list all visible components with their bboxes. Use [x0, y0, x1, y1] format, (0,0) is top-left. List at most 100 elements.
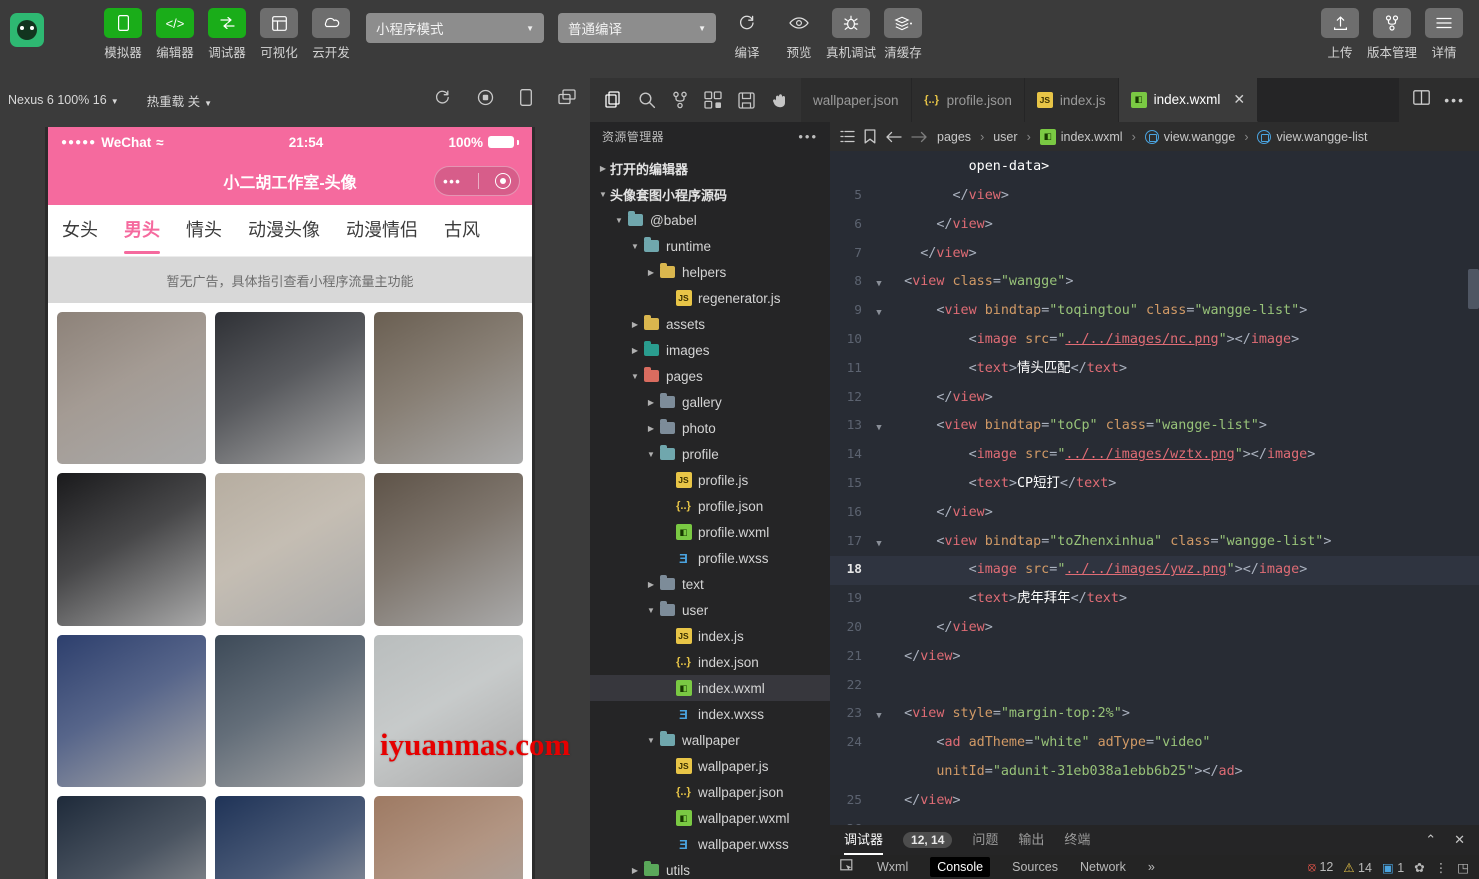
- devtools-tab-sources[interactable]: Sources: [1012, 860, 1058, 874]
- settings-gear-icon[interactable]: ✿: [1414, 860, 1424, 875]
- category-tab-nvtou[interactable]: 女头: [62, 216, 98, 246]
- code-area[interactable]: open-data> 5 </view> 6 </view> 7 </view> 8 ▼ …: [830, 151, 1479, 825]
- devtools-tab-overflow[interactable]: »: [1148, 860, 1155, 874]
- chevron-right-icon[interactable]: ▶: [628, 346, 642, 355]
- tree-folder[interactable]: ▼ pages: [590, 363, 830, 389]
- avatar-thumbnail[interactable]: [215, 634, 365, 787]
- chevron-down-icon[interactable]: ▼: [644, 736, 658, 745]
- breadcrumb-item-index-wxml[interactable]: ◧ index.wxml: [1039, 128, 1123, 145]
- hot-reload-select[interactable]: 热重载 关 ▼: [147, 91, 212, 110]
- toolbar-button-editor[interactable]: </> 编辑器: [154, 8, 196, 61]
- chevron-down-icon[interactable]: ▼: [628, 242, 642, 251]
- tree-file[interactable]: {..} wallpaper.json: [590, 779, 830, 805]
- files-icon[interactable]: [604, 91, 622, 109]
- chevron-right-icon[interactable]: ▶: [596, 164, 610, 173]
- code-line[interactable]: 23 ▼ <view style="margin-top:2%">: [830, 700, 1479, 729]
- device-select[interactable]: Nexus 6 100% 16 ▼: [8, 93, 119, 107]
- inspect-element-icon[interactable]: [840, 859, 855, 875]
- device-rotate-icon[interactable]: [520, 89, 532, 111]
- tab-wallpaper-json[interactable]: wallpaper.json: [801, 78, 912, 122]
- chevron-up-icon[interactable]: ⌃: [1425, 832, 1436, 848]
- ellipsis-icon[interactable]: •••: [798, 129, 818, 144]
- code-line[interactable]: 7 </view>: [830, 240, 1479, 269]
- tree-file[interactable]: JS wallpaper.js: [590, 753, 830, 779]
- avatar-thumbnail[interactable]: [57, 634, 207, 787]
- tree-folder[interactable]: ▶ text: [590, 571, 830, 597]
- code-line[interactable]: 8 ▼ <view class="wangge">: [830, 268, 1479, 297]
- close-icon[interactable]: ✕: [1233, 91, 1245, 108]
- refresh-icon[interactable]: [434, 89, 451, 111]
- avatar-thumbnail[interactable]: [373, 634, 523, 787]
- tree-file[interactable]: Ǝprofile.wxss: [590, 545, 830, 571]
- code-line[interactable]: 6 </view>: [830, 211, 1479, 240]
- code-line[interactable]: 20 </view>: [830, 614, 1479, 643]
- outline-icon[interactable]: [840, 130, 855, 143]
- code-line[interactable]: 19 <text>虎年拜年</text>: [830, 585, 1479, 614]
- fold-chevron-icon[interactable]: ▼: [870, 297, 888, 328]
- category-tab-nantou[interactable]: 男头: [124, 216, 160, 254]
- kebab-menu-icon[interactable]: ⋮: [1435, 860, 1448, 875]
- tab-index-wxml[interactable]: ◧ index.wxml ✕: [1118, 78, 1259, 122]
- tree-section[interactable]: ▶ 打开的编辑器: [590, 155, 830, 181]
- tab-index-js[interactable]: JS index.js: [1024, 78, 1119, 122]
- toolbar-button-details[interactable]: 详情: [1423, 8, 1465, 61]
- tree-folder[interactable]: ▼ user: [590, 597, 830, 623]
- tree-folder[interactable]: ▶ gallery: [590, 389, 830, 415]
- code-line[interactable]: unitId="adunit-31eb038a1ebb6b25"></ad>: [830, 758, 1479, 787]
- chevron-down-icon[interactable]: ▼: [644, 606, 658, 615]
- tree-folder[interactable]: ▶ images: [590, 337, 830, 363]
- nav-forward-icon[interactable]: [911, 131, 928, 143]
- panel-tab-output[interactable]: 输出: [1018, 829, 1044, 852]
- debug-hand-icon[interactable]: [771, 92, 789, 108]
- avatar-thumbnail[interactable]: [215, 795, 365, 879]
- toolbar-button-visualization[interactable]: 可视化: [258, 8, 300, 61]
- tree-file[interactable]: JS profile.js: [590, 467, 830, 493]
- code-line[interactable]: 13 ▼ <view bindtap="toCp" class="wangge-l…: [830, 412, 1479, 441]
- category-tab-dongman-touxiang[interactable]: 动漫头像: [248, 216, 320, 246]
- chevron-right-icon[interactable]: ▶: [644, 580, 658, 589]
- code-line[interactable]: 10 <image src="../../images/nc.png"></im…: [830, 326, 1479, 355]
- tree-file[interactable]: ◧ index.wxml: [590, 675, 830, 701]
- tree-folder[interactable]: ▶ photo: [590, 415, 830, 441]
- more-icon[interactable]: •••: [443, 174, 461, 189]
- tree-section[interactable]: ▼ 头像套图小程序源码: [590, 181, 830, 207]
- breadcrumb-item-user[interactable]: user: [993, 130, 1017, 144]
- search-icon[interactable]: [638, 91, 656, 109]
- code-line[interactable]: 9 ▼ <view bindtap="toqingtou" class="wang…: [830, 297, 1479, 326]
- more-actions-icon[interactable]: •••: [1444, 92, 1465, 108]
- devtools-tab-network[interactable]: Network: [1080, 860, 1126, 874]
- source-control-icon[interactable]: [672, 91, 688, 109]
- nav-back-icon[interactable]: [885, 131, 902, 143]
- code-line[interactable]: 22: [830, 672, 1479, 701]
- error-counter[interactable]: ⦻ 12: [1308, 860, 1334, 875]
- fold-chevron-icon[interactable]: ▼: [870, 268, 888, 299]
- fold-chevron-icon[interactable]: ▼: [870, 528, 888, 559]
- extensions-icon[interactable]: [704, 91, 722, 109]
- avatar-thumbnail[interactable]: [373, 312, 523, 465]
- compile-select[interactable]: 普通编译 ▼: [558, 13, 716, 43]
- tree-file[interactable]: ◧ profile.wxml: [590, 519, 830, 545]
- fold-chevron-icon[interactable]: ▼: [870, 412, 888, 443]
- tree-folder[interactable]: ▶ utils: [590, 857, 830, 879]
- code-line[interactable]: 24 <ad adTheme="white" adType="video": [830, 729, 1479, 758]
- info-counter[interactable]: ▣ 1: [1382, 860, 1404, 875]
- tree-file[interactable]: ◧ wallpaper.wxml: [590, 805, 830, 831]
- warning-counter[interactable]: ⚠ 14: [1343, 860, 1372, 875]
- code-line[interactable]: 16 </view>: [830, 499, 1479, 528]
- record-icon[interactable]: [477, 89, 494, 111]
- tree-file[interactable]: {..} index.json: [590, 649, 830, 675]
- tree-folder[interactable]: ▼ profile: [590, 441, 830, 467]
- code-line[interactable]: 17 ▼ <view bindtap="toZhenxinhua" class="…: [830, 528, 1479, 557]
- tab-profile-json[interactable]: {..} profile.json: [911, 78, 1025, 122]
- code-line[interactable]: 18 <image src="../../images/ywz.png"></i…: [830, 556, 1479, 586]
- chevron-down-icon[interactable]: ▼: [628, 372, 642, 381]
- mode-select[interactable]: 小程序模式 ▼: [366, 13, 544, 43]
- chevron-right-icon[interactable]: ▶: [628, 866, 642, 875]
- tree-folder[interactable]: ▶ assets: [590, 311, 830, 337]
- avatar-thumbnail[interactable]: [57, 473, 207, 626]
- category-tab-qingtou[interactable]: 情头: [186, 216, 222, 246]
- code-line[interactable]: 11 <text>情头匹配</text>: [830, 355, 1479, 384]
- tree-file[interactable]: JS index.js: [590, 623, 830, 649]
- tree-file[interactable]: Ǝwallpaper.wxss: [590, 831, 830, 857]
- breadcrumb-item-view-wangge-list[interactable]: view.wangge-list: [1257, 129, 1368, 144]
